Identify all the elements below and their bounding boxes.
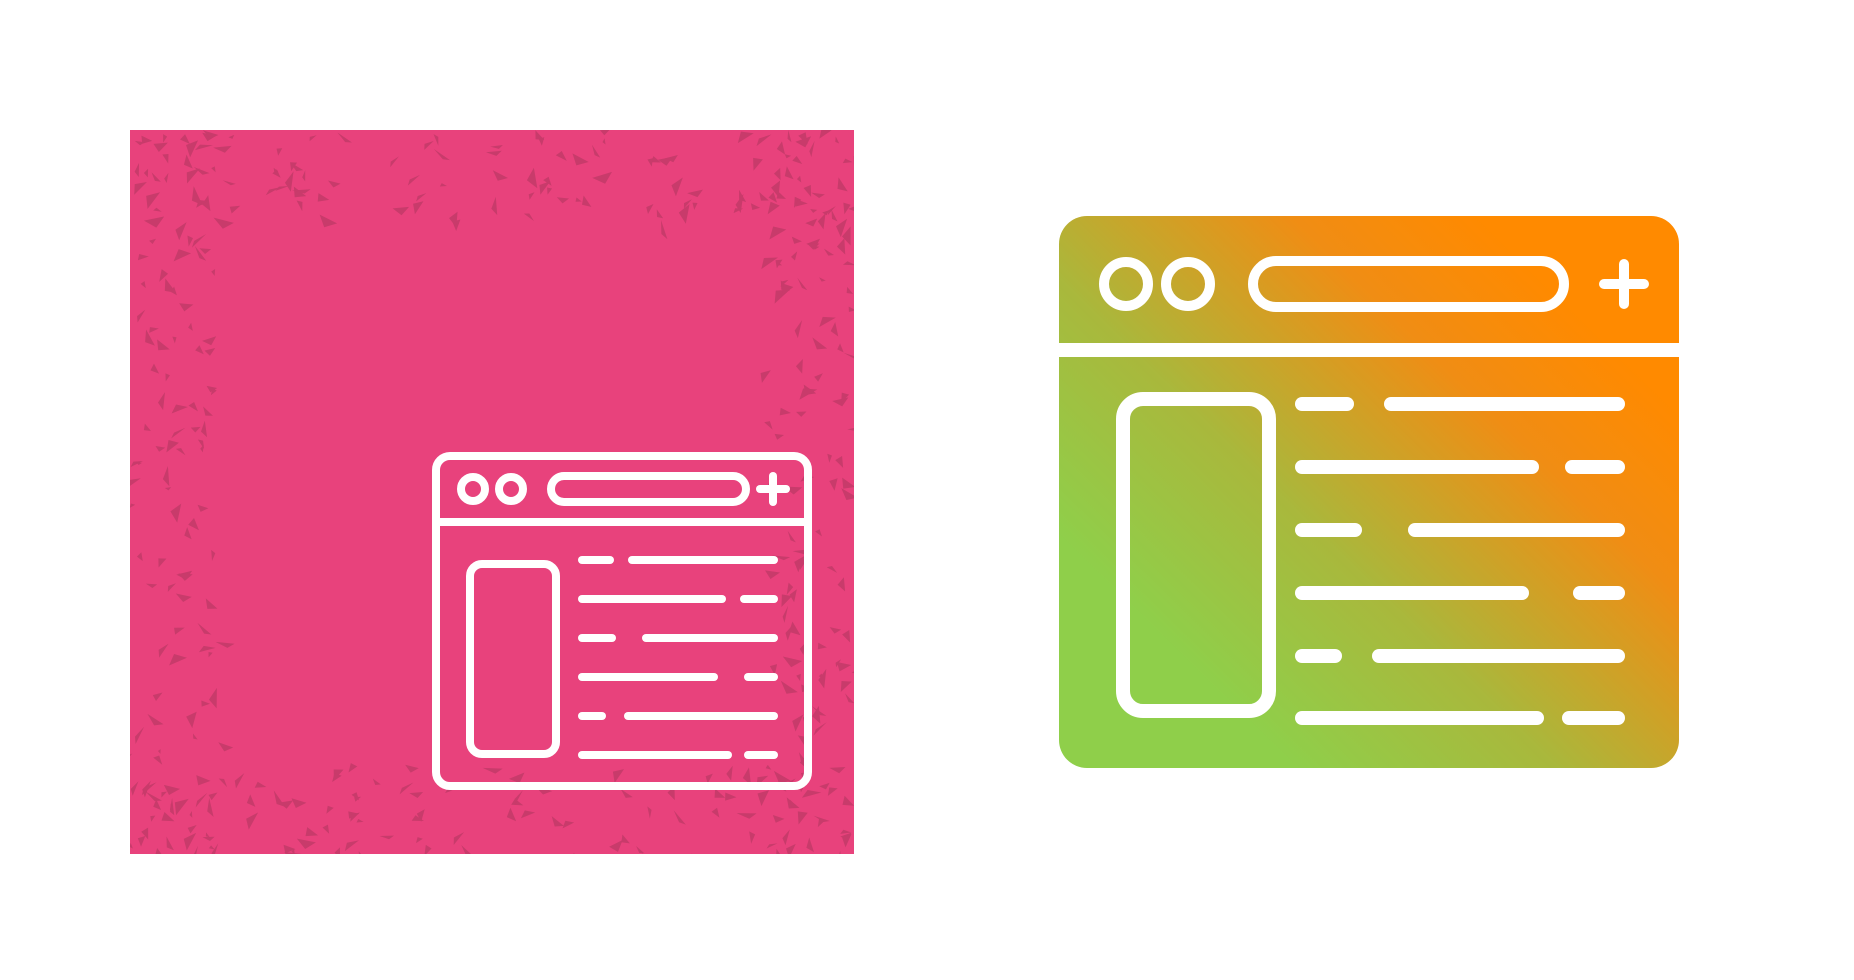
browser-layout-line-icon — [432, 452, 812, 790]
browser-layout-line-icon-tile — [130, 130, 854, 854]
browser-layout-gradient-icon — [1059, 216, 1679, 768]
